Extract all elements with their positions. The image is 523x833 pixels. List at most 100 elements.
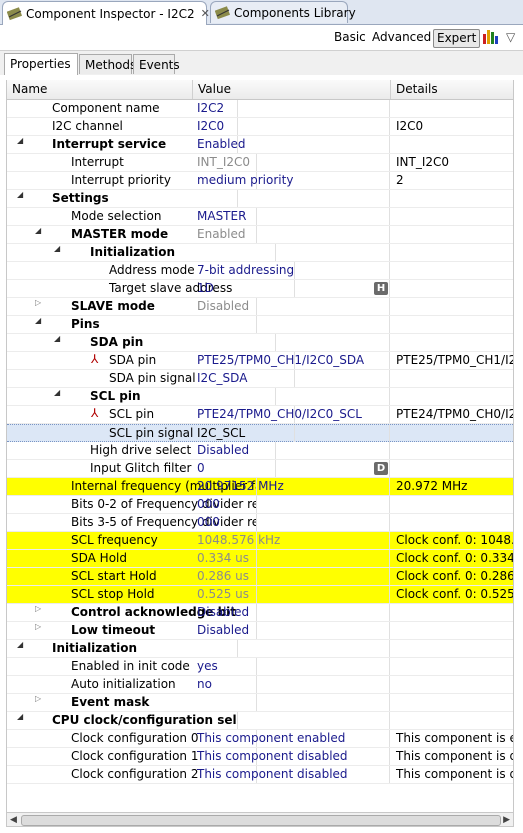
row-value[interactable]: Disabled	[193, 604, 390, 621]
property-row[interactable]: Enabled in init code yes	[7, 658, 513, 676]
row-value[interactable]	[193, 694, 390, 711]
row-value[interactable]: MASTER	[193, 208, 390, 225]
component-icon	[6, 6, 23, 21]
row-value[interactable]: 7-bit addressing	[193, 262, 390, 279]
row-value[interactable]: I2C_SDA	[193, 370, 390, 387]
property-row-warning[interactable]: Internal frequency (multiplier factor) 2…	[7, 478, 513, 496]
property-row[interactable]: Input Glitch filter 0 D	[7, 460, 513, 478]
expert-button[interactable]: Expert	[433, 29, 481, 48]
property-row[interactable]: High drive select Disabled	[7, 442, 513, 460]
tab-component-inspector[interactable]: Component Inspector - I2C2 ✕	[2, 1, 210, 25]
bar-chart-icon[interactable]	[478, 28, 502, 45]
property-row[interactable]: Component name I2C2	[7, 100, 513, 118]
property-row[interactable]: ◢ CPU clock/configuration selection	[7, 712, 513, 730]
property-row[interactable]: Clock configuration 2 This component dis…	[7, 766, 513, 784]
property-row[interactable]: ◢ Settings	[7, 190, 513, 208]
decimal-format-button[interactable]: D	[374, 462, 388, 475]
row-value[interactable]: 20.97152 MHz	[193, 478, 390, 495]
property-row[interactable]: ⅄ SDA pin PTE25/TPM0_CH1/I2C0_SDA PTE25/…	[7, 352, 513, 370]
property-row[interactable]: ◢ SCL pin	[7, 388, 513, 406]
row-value[interactable]	[193, 244, 390, 261]
row-value[interactable]: 1D	[193, 280, 390, 297]
row-value[interactable]: This component disabled	[193, 748, 390, 765]
column-header-details[interactable]: Details	[391, 80, 513, 99]
property-row[interactable]: ◢ Pins	[7, 316, 513, 334]
property-row-warning[interactable]: SCL start Hold 0.286 us Clock conf. 0: 0…	[7, 568, 513, 586]
row-value[interactable]	[193, 712, 390, 729]
property-row[interactable]: I2C channel I2C0 I2C0	[7, 118, 513, 136]
property-row-warning[interactable]: SDA Hold 0.334 us Clock conf. 0: 0.334 u…	[7, 550, 513, 568]
row-value[interactable]: This component enabled	[193, 730, 390, 747]
basic-button[interactable]: Basic	[331, 29, 369, 46]
property-row[interactable]: ◢ Interrupt service Enabled	[7, 136, 513, 154]
property-row[interactable]: Clock configuration 1 This component dis…	[7, 748, 513, 766]
property-row[interactable]: Bits 0-2 of Frequency divider register 0…	[7, 496, 513, 514]
row-value[interactable]	[193, 334, 390, 351]
row-value[interactable]: Disabled	[193, 622, 390, 639]
property-row[interactable]: Clock configuration 0 This component ena…	[7, 730, 513, 748]
row-value[interactable]: Enabled	[193, 226, 390, 243]
property-row[interactable]: Mode selection MASTER	[7, 208, 513, 226]
property-row-selected[interactable]: SCL pin signal I2C_SCL	[7, 424, 513, 442]
close-icon[interactable]: ✕	[201, 7, 210, 20]
tab-methods[interactable]: Methods	[79, 54, 136, 74]
row-value[interactable]: Disabled	[193, 298, 390, 315]
row-value[interactable]: INT_I2C0	[193, 154, 390, 171]
column-header-name[interactable]: Name	[7, 80, 193, 99]
row-value[interactable]: 0.334 us	[193, 550, 390, 567]
row-value[interactable]: I2C0	[193, 118, 390, 135]
row-value[interactable]: PTE24/TPM0_CH0/I2C0_SCL	[193, 406, 390, 423]
property-row[interactable]: Auto initialization no	[7, 676, 513, 694]
row-value[interactable]	[193, 388, 390, 405]
property-row[interactable]: ⅄ SCL pin PTE24/TPM0_CH0/I2C0_SCL PTE24/…	[7, 406, 513, 424]
scroll-right-icon[interactable]: ▶	[503, 815, 510, 825]
property-row[interactable]: Interrupt priority medium priority 2	[7, 172, 513, 190]
property-row[interactable]: ▷ Low timeout Disabled	[7, 622, 513, 640]
horizontal-scrollbar[interactable]: ◀ ▶	[6, 812, 514, 827]
property-row[interactable]: SDA pin signal I2C_SDA	[7, 370, 513, 388]
row-value[interactable]: 000	[193, 496, 390, 513]
advanced-button[interactable]: Advanced	[369, 29, 434, 46]
chevron-down-icon[interactable]: ▽	[503, 29, 518, 46]
scroll-left-icon[interactable]: ◀	[10, 815, 17, 825]
tab-properties[interactable]: Properties	[4, 53, 78, 75]
row-value[interactable]: Enabled	[193, 136, 390, 153]
tab-events[interactable]: Events	[133, 54, 180, 74]
row-value[interactable]	[193, 190, 390, 207]
row-value[interactable]: 1048.576 kHz	[193, 532, 390, 549]
tab-components-library[interactable]: Components Library	[210, 1, 356, 23]
property-row[interactable]: ▷ Event mask	[7, 694, 513, 712]
property-row[interactable]: Target slave address 1D H	[7, 280, 513, 298]
property-row[interactable]: Bits 3-5 of Frequency divider register 0…	[7, 514, 513, 532]
property-row[interactable]: ◢ SDA pin	[7, 334, 513, 352]
property-row[interactable]: ◢ Initialization	[7, 244, 513, 262]
row-value[interactable]	[193, 640, 390, 657]
property-row[interactable]: ◢ Initialization	[7, 640, 513, 658]
row-value[interactable]: 000	[193, 514, 390, 531]
row-value[interactable]: PTE25/TPM0_CH1/I2C0_SDA	[193, 352, 390, 369]
property-row[interactable]: Interrupt INT_I2C0 INT_I2C0	[7, 154, 513, 172]
row-value[interactable]	[193, 316, 390, 333]
row-value[interactable]: I2C2	[193, 100, 390, 117]
property-row[interactable]: ◢ MASTER mode Enabled	[7, 226, 513, 244]
property-row-warning[interactable]: SCL frequency 1048.576 kHz Clock conf. 0…	[7, 532, 513, 550]
row-value[interactable]: no	[193, 676, 390, 693]
row-value[interactable]: 0.286 us	[193, 568, 390, 585]
scrollbar-thumb[interactable]	[21, 815, 501, 826]
row-value[interactable]: Disabled	[193, 442, 390, 459]
property-row[interactable]: Address mode 7-bit addressing	[7, 262, 513, 280]
row-value[interactable]: 0.525 us	[193, 586, 390, 603]
row-value[interactable]: This component disabled	[193, 766, 390, 783]
row-value[interactable]: yes	[193, 658, 390, 675]
row-value[interactable]: medium priority	[193, 172, 390, 189]
property-row-warning[interactable]: SCL stop Hold 0.525 us Clock conf. 0: 0.…	[7, 586, 513, 604]
hex-format-button[interactable]: H	[374, 282, 388, 295]
column-header-value[interactable]: Value	[193, 80, 391, 99]
row-details	[391, 316, 513, 333]
row-value[interactable]: 0	[193, 460, 390, 477]
view-tab-bar: Component Inspector - I2C2 ✕ Components …	[0, 0, 523, 25]
property-row[interactable]: ▷ SLAVE mode Disabled	[7, 298, 513, 316]
row-details: This component is enabled	[396, 731, 513, 745]
property-row[interactable]: ▷ Control acknowledge bit Disabled	[7, 604, 513, 622]
row-value[interactable]: I2C_SCL	[193, 425, 390, 442]
